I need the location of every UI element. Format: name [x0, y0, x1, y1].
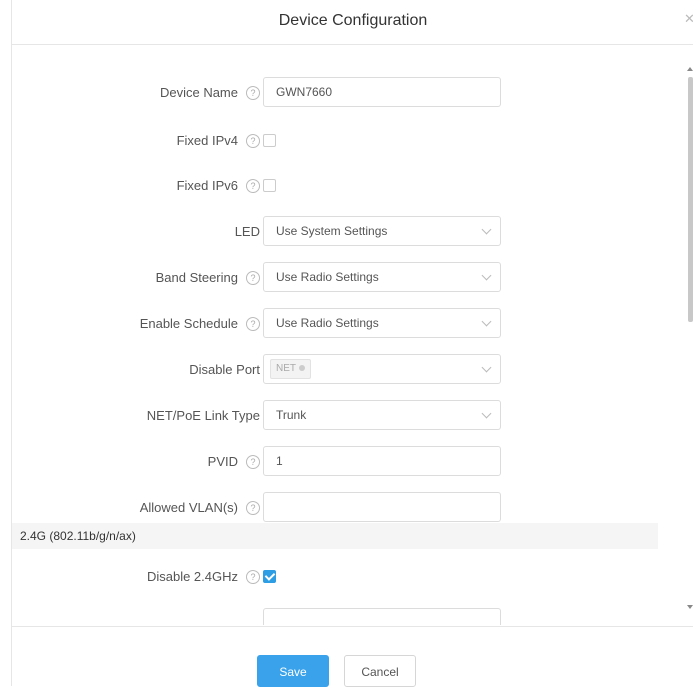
device-configuration-dialog: Device Configuration ✕ Device Name ? GWN… [11, 0, 693, 687]
allowed-vlans-input[interactable] [263, 492, 501, 522]
dialog-body: Device Name ? GWN7660 Fixed IPv4 ? Fixed… [12, 45, 693, 625]
disable-port-label: Disable Port [189, 362, 260, 377]
scroll-thumb[interactable] [688, 77, 693, 322]
fixed-ipv4-checkbox[interactable] [263, 134, 276, 147]
save-button[interactable]: Save [257, 655, 329, 687]
fixed-ipv6-label-wrap: Fixed IPv6 ? [177, 170, 260, 202]
device-name-label: Device Name [159, 85, 238, 100]
pvid-label-wrap: PVID ? [208, 446, 260, 478]
enable-schedule-label: Enable Schedule [139, 316, 238, 331]
dialog-title: Device Configuration [278, 12, 428, 29]
fixed-ipv4-row: Fixed IPv4 ? [12, 125, 672, 157]
partial-next-field[interactable] [263, 608, 501, 625]
fixed-ipv4-label-wrap: Fixed IPv4 ? [177, 125, 260, 157]
link-type-select[interactable]: Trunk [263, 400, 501, 430]
fixed-ipv4-label: Fixed IPv4 [176, 133, 238, 148]
disable-24ghz-row: Disable 2.4GHz ? [12, 561, 672, 593]
fixed-ipv6-label: Fixed IPv6 [176, 178, 238, 193]
fixed-ipv6-checkbox[interactable] [263, 179, 276, 192]
close-icon[interactable]: ✕ [684, 12, 693, 26]
enable-schedule-row: Enable Schedule ? Use Radio Settings [12, 308, 672, 340]
disable-24ghz-label-wrap: Disable 2.4GHz ? [147, 561, 260, 593]
chevron-down-icon [481, 224, 492, 235]
led-row: LED Use System Settings [12, 216, 672, 248]
band-steering-select[interactable]: Use Radio Settings [263, 262, 501, 292]
led-label: LED [234, 224, 260, 239]
chevron-down-icon [481, 316, 492, 327]
help-icon[interactable]: ? [246, 455, 260, 469]
disable-port-select[interactable]: NET [263, 354, 501, 384]
led-select-value: Use System Settings [276, 224, 388, 238]
pvid-input[interactable]: 1 [263, 446, 501, 476]
section-24g-header: 2.4G (802.11b/g/n/ax) [12, 523, 658, 549]
pvid-label: PVID [207, 454, 238, 469]
band-steering-label-wrap: Band Steering ? [156, 262, 260, 294]
help-icon[interactable]: ? [246, 570, 260, 584]
port-tag[interactable]: NET [270, 359, 311, 379]
dialog-footer: Save Cancel [12, 626, 693, 687]
help-icon[interactable]: ? [246, 501, 260, 515]
chevron-down-icon [481, 270, 492, 281]
disable-port-row: Disable Port NET [12, 354, 672, 386]
help-icon[interactable]: ? [246, 317, 260, 331]
led-select[interactable]: Use System Settings [263, 216, 501, 246]
allowed-vlans-label-wrap: Allowed VLAN(s) ? [140, 492, 260, 524]
enable-schedule-select-value: Use Radio Settings [276, 316, 379, 330]
scroll-up-icon[interactable] [687, 67, 693, 71]
help-icon[interactable]: ? [246, 86, 260, 100]
fixed-ipv6-row: Fixed IPv6 ? [12, 170, 672, 202]
disable-24ghz-checkbox[interactable] [263, 570, 276, 583]
help-icon[interactable]: ? [246, 179, 260, 193]
device-name-label-wrap: Device Name ? [160, 77, 260, 109]
band-steering-row: Band Steering ? Use Radio Settings [12, 262, 672, 294]
port-tag-label: NET [276, 363, 296, 374]
device-name-input[interactable]: GWN7660 [263, 77, 501, 107]
chevron-down-icon [481, 362, 492, 373]
link-type-select-value: Trunk [276, 408, 307, 422]
help-icon[interactable]: ? [246, 134, 260, 148]
device-name-row: Device Name ? GWN7660 [12, 77, 672, 109]
tag-remove-icon[interactable] [299, 365, 305, 372]
pvid-row: PVID ? 1 [12, 446, 672, 478]
disable-port-label-wrap: Disable Port [189, 354, 260, 386]
link-type-label: NET/PoE Link Type [146, 408, 260, 423]
chevron-down-icon [481, 408, 492, 419]
scroll-down-icon[interactable] [687, 605, 693, 609]
allowed-vlans-label: Allowed VLAN(s) [139, 500, 238, 515]
enable-schedule-label-wrap: Enable Schedule ? [140, 308, 260, 340]
led-label-wrap: LED [235, 216, 260, 248]
allowed-vlans-row: Allowed VLAN(s) ? [12, 492, 672, 524]
enable-schedule-select[interactable]: Use Radio Settings [263, 308, 501, 338]
band-steering-label: Band Steering [155, 270, 238, 285]
disable-24ghz-label: Disable 2.4GHz [146, 569, 238, 584]
link-type-row: NET/PoE Link Type Trunk [12, 400, 672, 432]
band-steering-select-value: Use Radio Settings [276, 270, 379, 284]
help-icon[interactable]: ? [246, 271, 260, 285]
link-type-label-wrap: NET/PoE Link Type [147, 400, 260, 432]
cancel-button[interactable]: Cancel [344, 655, 416, 687]
dialog-header: Device Configuration ✕ [12, 0, 693, 45]
scrollbar[interactable] [686, 65, 693, 615]
